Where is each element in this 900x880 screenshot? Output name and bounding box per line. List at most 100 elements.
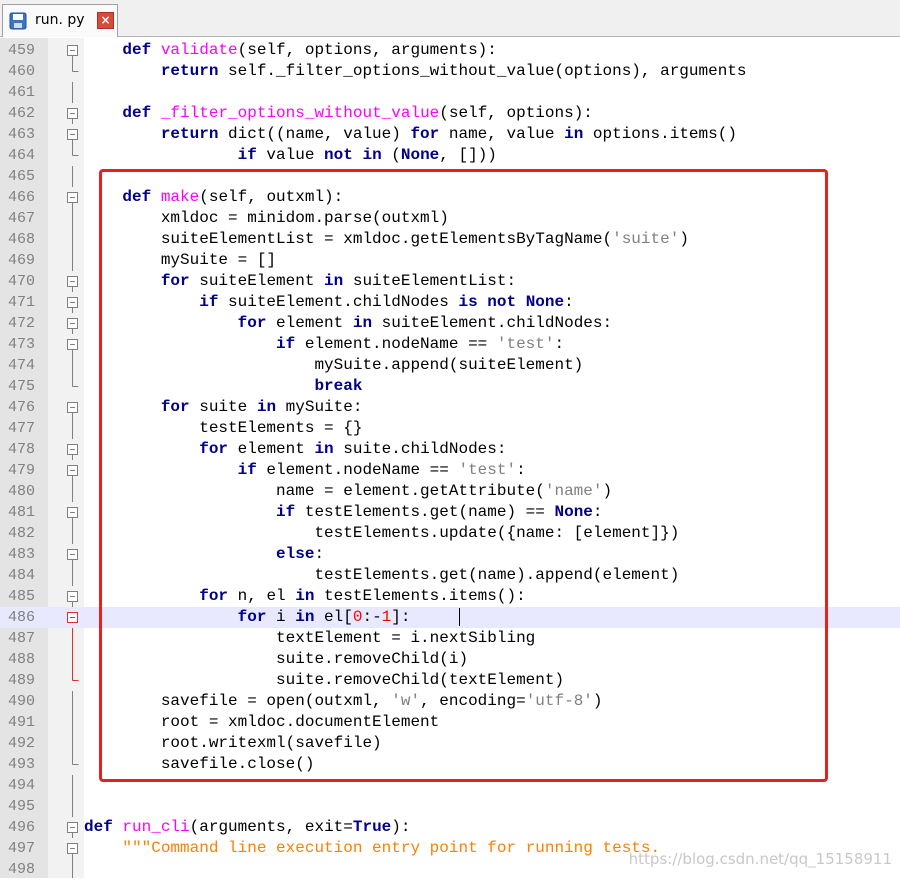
code-line[interactable]: 476 for suite in mySuite: [0,397,900,418]
code-line[interactable]: 465 [0,166,900,187]
line-number: 498 [8,861,36,878]
line-number: 482 [8,525,36,542]
code-text: mySuite = [] [84,251,277,269]
code-line[interactable]: 461 [0,82,900,103]
code-line[interactable]: 464 if value not in (None, [])) [0,145,900,166]
code-line[interactable]: 468 suiteElementList = xmldoc.getElement… [0,229,900,250]
fold-toggle-icon[interactable] [67,843,78,854]
code-text: testElements = {} [84,419,363,437]
code-line[interactable]: 483 else: [0,544,900,565]
line-number: 468 [8,231,36,248]
code-line[interactable]: 490 savefile = open(outxml, 'w', encodin… [0,691,900,712]
code-text: if element.nodeName == 'test': [276,335,565,353]
fold-toggle-icon[interactable] [67,465,78,476]
line-number: 479 [8,462,36,479]
code-line[interactable]: 486 for i in el[0:-1]: [0,607,900,628]
line-number: 484 [8,567,36,584]
code-line[interactable]: 475 break [0,376,900,397]
code-line[interactable]: 487 textElement = i.nextSibling [0,628,900,649]
code-line[interactable]: 471 if suiteElement.childNodes is not No… [0,292,900,313]
code-line[interactable]: 469 mySuite = [] [0,250,900,271]
line-number: 496 [8,819,36,836]
fold-toggle-icon[interactable] [67,507,78,518]
fold-toggle-icon[interactable] [67,402,78,413]
code-line[interactable]: 481 if testElements.get(name) == None: [0,502,900,523]
fold-toggle-icon[interactable] [67,297,78,308]
fold-toggle-icon[interactable] [67,612,78,623]
code-line[interactable]: 470 for suiteElement in suiteElementList… [0,271,900,292]
code-line[interactable]: 484 testElements.get(name).append(elemen… [0,565,900,586]
close-icon[interactable]: × [97,12,114,29]
fold-toggle-icon[interactable] [67,591,78,602]
fold-toggle-icon[interactable] [67,45,78,56]
code-line[interactable]: 462 def _filter_options_without_value(se… [0,103,900,124]
text-caret [459,608,460,626]
code-line[interactable]: 491 root = xmldoc.documentElement [0,712,900,733]
fold-toggle-icon[interactable] [67,108,78,119]
code-line[interactable]: 463 return dict((name, value) for name, … [0,124,900,145]
code-text: suiteElementList = xmldoc.getElementsByT… [84,230,689,248]
code-text: mySuite.append(suiteElement) [84,356,584,374]
code-text: xmldoc = minidom.parse(outxml) [84,209,449,227]
code-editor[interactable]: 459 def validate(self, options, argument… [0,38,900,878]
line-number: 490 [8,693,36,710]
line-number: 466 [8,189,36,206]
code-text: testElements.get(name).append(element) [84,566,680,584]
line-number: 473 [8,336,36,353]
line-number: 481 [8,504,36,521]
fold-toggle-icon[interactable] [67,549,78,560]
code-line[interactable]: 485 for n, el in testElements.items(): [0,586,900,607]
line-number: 493 [8,756,36,773]
code-text: return dict((name, value) for name, valu… [160,125,737,143]
code-text: if value not in (None, [])) [237,146,497,164]
code-line[interactable]: 477 testElements = {} [0,418,900,439]
code-line[interactable]: 479 if element.nodeName == 'test': [0,460,900,481]
fold-toggle-icon[interactable] [67,276,78,287]
line-number: 494 [8,777,36,794]
code-line[interactable]: 492 root.writexml(savefile) [0,733,900,754]
code-text: break [314,377,363,395]
code-line[interactable]: 488 suite.removeChild(i) [0,649,900,670]
code-line[interactable]: 493 savefile.close() [0,754,900,775]
code-line[interactable]: 478 for element in suite.childNodes: [0,439,900,460]
line-number: 491 [8,714,36,731]
code-line[interactable]: 460 return self._filter_options_without_… [0,61,900,82]
fold-toggle-icon[interactable] [67,129,78,140]
code-line[interactable]: 459 def validate(self, options, argument… [0,40,900,61]
line-number: 461 [8,84,36,101]
fold-toggle-icon[interactable] [67,822,78,833]
code-text: def make(self, outxml): [122,188,344,206]
line-number: 472 [8,315,36,332]
code-line[interactable]: 495 [0,796,900,817]
code-line[interactable]: 489 suite.removeChild(textElement) [0,670,900,691]
code-text: for suite in mySuite: [160,398,363,416]
code-line[interactable]: 480 name = element.getAttribute('name') [0,481,900,502]
tab-run-py[interactable]: run. py × [2,4,118,37]
code-line[interactable]: 473 if element.nodeName == 'test': [0,334,900,355]
code-line[interactable]: 467 xmldoc = minidom.parse(outxml) [0,208,900,229]
code-line[interactable]: 494 [0,775,900,796]
code-text: def validate(self, options, arguments): [122,41,497,59]
line-number: 477 [8,420,36,437]
line-number: 492 [8,735,36,752]
fold-toggle-icon[interactable] [67,318,78,329]
code-text: testElements.update({name: [element]}) [84,524,680,542]
code-line[interactable]: 474 mySuite.append(suiteElement) [0,355,900,376]
code-line[interactable]: 482 testElements.update({name: [element]… [0,523,900,544]
fold-toggle-icon[interactable] [67,444,78,455]
line-number: 460 [8,63,36,80]
line-number: 459 [8,42,36,59]
code-text: savefile = open(outxml, 'w', encoding='u… [84,692,603,710]
code-text: def run_cli(arguments, exit=True): [84,818,411,836]
code-text: return self._filter_options_without_valu… [160,62,747,80]
line-number: 495 [8,798,36,815]
code-text: for element in suiteElement.childNodes: [237,314,613,332]
line-number: 465 [8,168,36,185]
code-line[interactable]: 466 def make(self, outxml): [0,187,900,208]
fold-toggle-icon[interactable] [67,192,78,203]
tab-filename: run. py [35,12,85,28]
code-line[interactable]: 472 for element in suiteElement.childNod… [0,313,900,334]
fold-toggle-icon[interactable] [67,339,78,350]
line-number: 480 [8,483,36,500]
code-line[interactable]: 496 def run_cli(arguments, exit=True): [0,817,900,838]
